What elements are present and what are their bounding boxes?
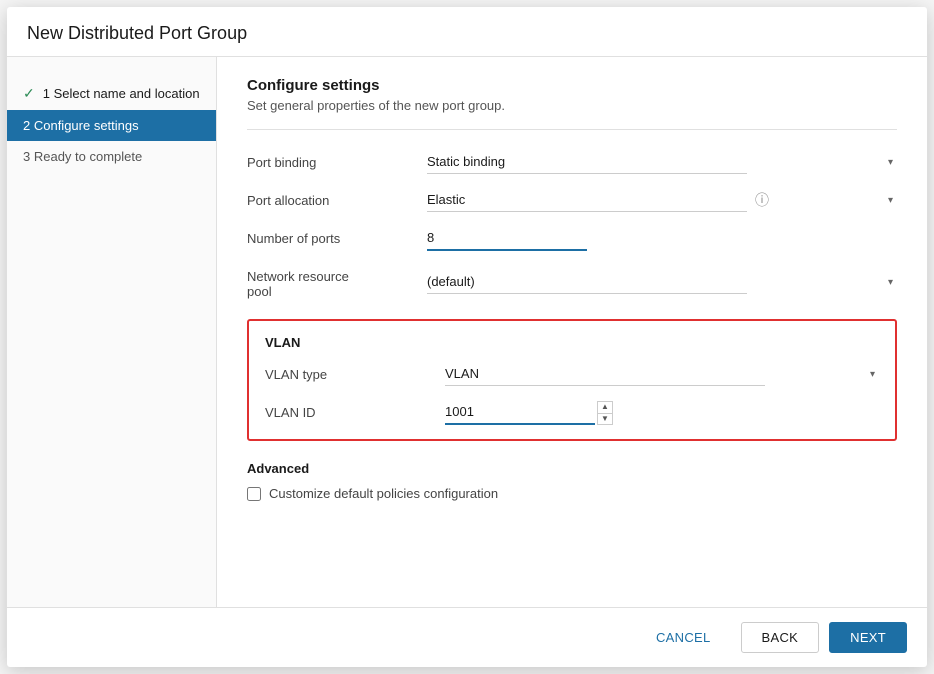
vlan-title: VLAN: [265, 335, 879, 350]
check-icon: ✓: [23, 85, 35, 102]
section-divider: [247, 129, 897, 130]
vlan-id-label: VLAN ID: [265, 405, 445, 420]
dialog-footer: CANCEL BACK NEXT: [7, 607, 927, 667]
vlan-type-select[interactable]: VLAN: [445, 362, 765, 386]
next-button[interactable]: NEXT: [829, 622, 907, 653]
vlan-id-control: ▲ ▼: [445, 400, 879, 425]
sidebar-item-label-step2: 2 Configure settings: [23, 118, 139, 133]
cancel-button[interactable]: CANCEL: [636, 623, 731, 652]
dialog-header: New Distributed Port Group: [7, 7, 927, 57]
form-grid: Port binding Static binding ▾ Port alloc…: [247, 150, 897, 299]
network-resource-pool-label: Network resourcepool: [247, 265, 427, 299]
port-allocation-label: Port allocation: [247, 193, 427, 208]
section-subtitle: Set general properties of the new port g…: [247, 98, 897, 113]
port-allocation-select[interactable]: Elastic: [427, 188, 747, 212]
vlan-section: VLAN VLAN type VLAN ▾ VLAN ID: [247, 319, 897, 441]
vlan-type-control: VLAN ▾: [445, 362, 879, 386]
port-binding-label: Port binding: [247, 155, 427, 170]
vlan-type-label: VLAN type: [265, 367, 445, 382]
section-title: Configure settings: [247, 77, 897, 94]
sidebar-item-step2[interactable]: 2 Configure settings: [7, 110, 216, 141]
port-allocation-control: Elastic ▾ ⓘ: [427, 188, 897, 212]
advanced-checkbox-row: Customize default policies configuration: [247, 486, 897, 501]
back-button[interactable]: BACK: [741, 622, 820, 653]
main-content: Configure settings Set general propertie…: [217, 57, 927, 607]
sidebar-item-step1[interactable]: ✓ 1 Select name and location: [7, 77, 216, 110]
number-of-ports-input[interactable]: [427, 226, 587, 251]
sidebar-item-label-step1: 1 Select name and location: [43, 86, 200, 101]
sidebar-item-step3[interactable]: 3 Ready to complete: [7, 141, 216, 172]
dialog-container: New Distributed Port Group ✓ 1 Select na…: [7, 7, 927, 667]
dialog-body: ✓ 1 Select name and location 2 Configure…: [7, 57, 927, 607]
sidebar: ✓ 1 Select name and location 2 Configure…: [7, 57, 217, 607]
info-icon[interactable]: ⓘ: [755, 190, 769, 210]
number-of-ports-label: Number of ports: [247, 231, 427, 246]
number-of-ports-control: [427, 226, 897, 251]
customize-policies-checkbox[interactable]: [247, 487, 261, 501]
vlan-id-spinner: ▲ ▼: [597, 401, 613, 425]
chevron-down-icon-4: ▾: [870, 369, 875, 380]
vlan-grid: VLAN type VLAN ▾ VLAN ID ▲ ▼: [265, 362, 879, 425]
chevron-down-icon-2: ▾: [888, 195, 893, 206]
customize-policies-label[interactable]: Customize default policies configuration: [269, 486, 498, 501]
port-binding-control: Static binding ▾: [427, 150, 897, 174]
vlan-id-increment-button[interactable]: ▲: [597, 401, 613, 413]
vlan-id-decrement-button[interactable]: ▼: [597, 413, 613, 425]
advanced-title: Advanced: [247, 461, 897, 476]
network-resource-pool-control: (default) ▾: [427, 270, 897, 294]
advanced-section: Advanced Customize default policies conf…: [247, 461, 897, 501]
dialog-title: New Distributed Port Group: [27, 23, 907, 44]
chevron-down-icon: ▾: [888, 157, 893, 168]
chevron-down-icon-3: ▾: [888, 277, 893, 288]
network-resource-pool-select[interactable]: (default): [427, 270, 747, 294]
sidebar-item-label-step3: 3 Ready to complete: [23, 149, 142, 164]
port-binding-select[interactable]: Static binding: [427, 150, 747, 174]
vlan-id-input[interactable]: [445, 400, 595, 425]
